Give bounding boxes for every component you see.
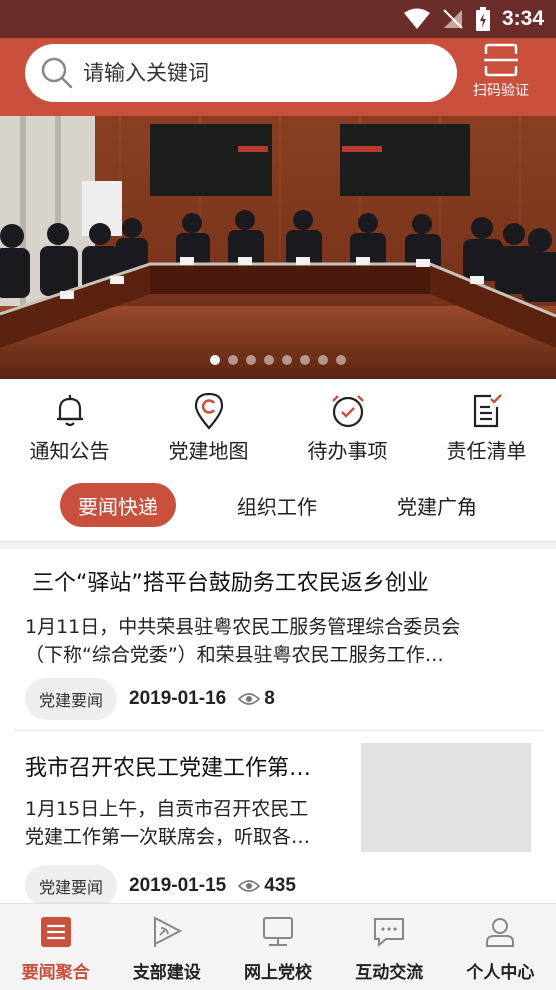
- view-count-value: 8: [264, 688, 275, 709]
- tab-party-wide-angle[interactable]: 党建广角: [380, 483, 494, 527]
- banner-image: [0, 116, 556, 379]
- carousel-dot[interactable]: [210, 355, 220, 365]
- nav-branch-building[interactable]: 支部建设: [111, 904, 222, 990]
- carousel-dot[interactable]: [228, 355, 238, 365]
- search-bar[interactable]: [25, 44, 457, 102]
- carousel-dot[interactable]: [300, 355, 310, 365]
- party-flag-icon: [149, 914, 185, 950]
- nav-interaction[interactable]: 互动交流: [334, 904, 445, 990]
- quick-item-label: 通知公告: [29, 439, 110, 463]
- no-signal-icon: [443, 9, 463, 29]
- news-summary-line: 党建工作第一次联席会，听取各…: [25, 826, 311, 848]
- quick-item-checklist[interactable]: 责任清单: [417, 379, 556, 471]
- category-tag: 党建要闻: [25, 678, 118, 720]
- map-pin-icon: [189, 391, 229, 431]
- news-meta: 党建要闻 2019-01-16 8: [25, 678, 275, 720]
- quick-item-label: 责任清单: [446, 439, 527, 463]
- news-summary: 1月15日上午，自贡市召开农民工 党建工作第一次联席会，听取各…: [25, 795, 345, 851]
- news-date: 2019-01-16: [129, 688, 227, 709]
- nav-personal-center[interactable]: 个人中心: [445, 904, 556, 990]
- tab-organization-work[interactable]: 组织工作: [220, 483, 334, 527]
- bottom-nav: 要闻聚合 支部建设 网上党校 互动交流 个人中心: [0, 903, 556, 990]
- list-separator: [14, 730, 542, 731]
- search-icon: [35, 51, 79, 95]
- nav-label: 网上党校: [244, 963, 312, 983]
- top-header: 扫码验证: [0, 38, 556, 116]
- wifi-icon: [403, 8, 430, 29]
- status-bar: 3:34: [0, 0, 556, 38]
- scan-label: 扫码验证: [473, 83, 529, 99]
- quick-item-label: 党建地图: [168, 439, 249, 463]
- eye-icon: [238, 880, 261, 892]
- news-date: 2019-01-15: [129, 875, 227, 896]
- news-item[interactable]: 三个“驿站”搭平台鼓励务工农民返乡创业 1月11日，中共荣县驻粤农民工服务管理综…: [0, 550, 556, 730]
- quick-item-label: 待办事项: [307, 439, 388, 463]
- checklist-icon: [467, 391, 507, 431]
- news-summary-line: 1月15日上午，自贡市召开农民工: [25, 798, 309, 820]
- news-meta: 党建要闻 2019-01-15 435: [25, 865, 296, 907]
- nav-online-party-school[interactable]: 网上党校: [222, 904, 333, 990]
- chat-icon: [371, 914, 407, 950]
- news-summary: 1月11日，中共荣县驻粤农民工服务管理综合委员会 （下称“综合党委”）和荣县驻粤…: [25, 613, 535, 669]
- section-divider: [0, 541, 556, 549]
- view-count: 8: [238, 688, 275, 710]
- quick-item-todo[interactable]: 待办事项: [278, 379, 417, 471]
- view-count: 435: [238, 875, 296, 897]
- status-icons: 3:34: [403, 6, 544, 32]
- nav-label: 支部建设: [132, 963, 201, 983]
- alarm-clock-icon: [328, 391, 368, 431]
- nav-label: 要闻聚合: [21, 963, 90, 983]
- view-count-value: 435: [264, 875, 296, 896]
- news-icon: [38, 914, 74, 950]
- carousel-dot[interactable]: [246, 355, 256, 365]
- status-time: 3:34: [501, 7, 544, 30]
- quick-item-map[interactable]: 党建地图: [139, 379, 278, 471]
- nav-label: 个人中心: [466, 963, 535, 983]
- battery-icon: [475, 7, 490, 31]
- news-title: 三个“驿站”搭平台鼓励务工农民返乡创业: [32, 571, 429, 596]
- scan-verify-button[interactable]: 扫码验证: [466, 42, 536, 108]
- news-thumbnail: [361, 743, 531, 852]
- nav-news-aggregate[interactable]: 要闻聚合: [0, 904, 111, 990]
- carousel-dot[interactable]: [336, 355, 346, 365]
- category-tag: 党建要闻: [25, 865, 118, 907]
- carousel-dots: [0, 355, 556, 365]
- user-icon: [482, 914, 518, 950]
- news-summary-line: 1月11日，中共荣县驻粤农民工服务管理综合委员会: [25, 616, 461, 638]
- carousel-dot[interactable]: [282, 355, 292, 365]
- carousel-dot[interactable]: [264, 355, 274, 365]
- quick-menu: 通知公告 党建地图 待办事项 责任清单: [0, 379, 556, 471]
- scan-icon: [484, 43, 518, 77]
- news-summary-line: （下称“综合党委”）和荣县驻粤农民工服务工作…: [25, 644, 444, 666]
- monitor-icon: [260, 914, 296, 950]
- tab-news-express[interactable]: 要闻快递: [60, 483, 176, 527]
- news-tabs: 要闻快递 组织工作 党建广角: [0, 475, 556, 535]
- news-title: 我市召开农民工党建工作第…: [25, 756, 312, 781]
- eye-icon: [238, 693, 261, 705]
- search-input[interactable]: [83, 61, 433, 85]
- quick-item-notice[interactable]: 通知公告: [0, 379, 139, 471]
- nav-label: 互动交流: [355, 963, 424, 983]
- banner-carousel[interactable]: [0, 116, 556, 379]
- carousel-dot[interactable]: [318, 355, 328, 365]
- bell-icon: [50, 391, 90, 431]
